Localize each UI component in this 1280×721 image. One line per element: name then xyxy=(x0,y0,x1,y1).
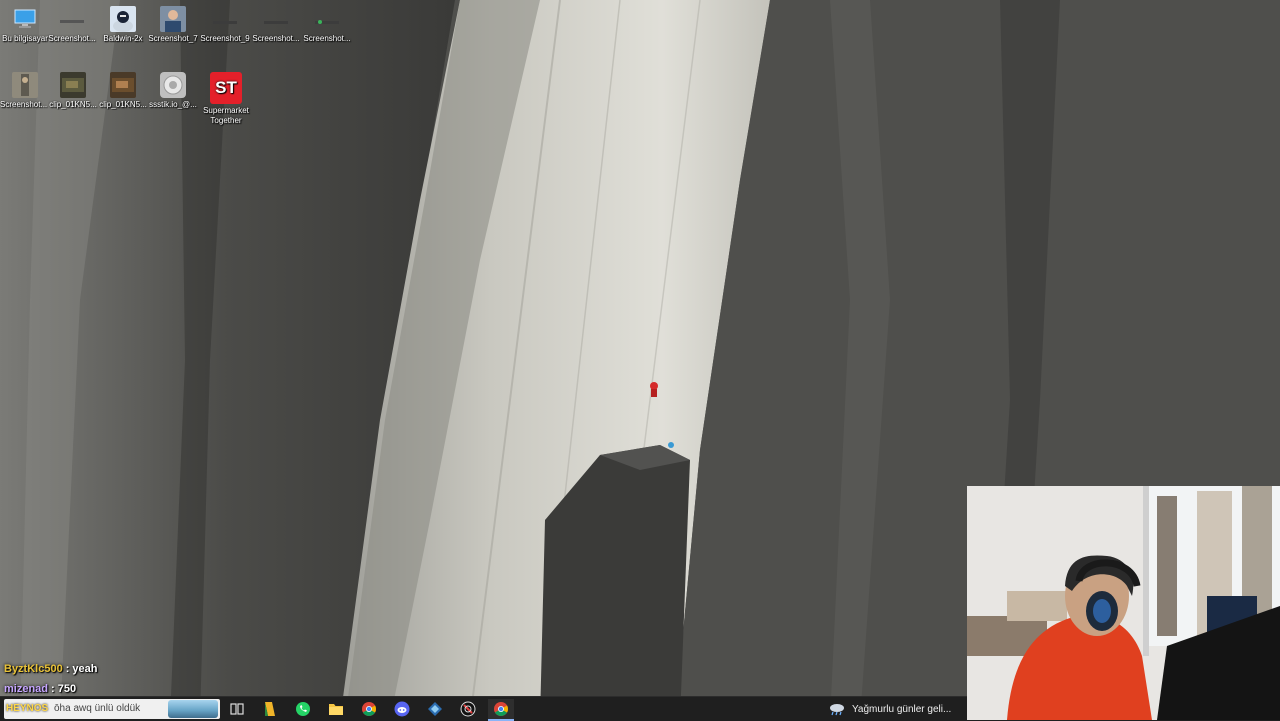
desktop-icon-screenshot-1[interactable]: Screenshot... xyxy=(47,6,97,44)
search-input-text[interactable]: ōha awq ünlü oldük xyxy=(54,703,140,714)
blue-app-icon xyxy=(428,702,442,716)
taskbar-app-discord[interactable] xyxy=(389,699,415,719)
task-view-icon xyxy=(230,703,244,715)
desktop-icon-ssstik[interactable]: ssstik.io_@... xyxy=(148,72,198,110)
yellow-app-icon xyxy=(265,702,275,716)
weather-text: Yağmurlu günler geli... xyxy=(852,703,952,715)
dark-app-icon xyxy=(460,701,476,717)
discord-icon xyxy=(394,701,410,717)
video-file-icon xyxy=(110,72,136,98)
supermarket-together-icon: ST xyxy=(210,72,242,104)
chat-username: ByztKlc500 xyxy=(4,663,63,675)
chrome-icon xyxy=(362,702,376,716)
chat-text: : 750 xyxy=(51,683,77,695)
video-file-icon xyxy=(60,72,86,98)
climber-red xyxy=(650,382,658,390)
taskbar-app-dark[interactable] xyxy=(455,699,481,719)
rain-cloud-icon xyxy=(830,704,844,716)
taskbar-search-box[interactable]: HEYNOS ōha awq ünlü oldük xyxy=(4,699,220,719)
desktop-icon-clip-1[interactable]: clip_01KN5... xyxy=(48,72,98,110)
desktop-icon-screenshot-7[interactable]: Screenshot_7 xyxy=(148,6,198,44)
video-file-icon xyxy=(160,72,186,98)
chrome-icon xyxy=(494,702,508,716)
chat-username: mizenad xyxy=(4,683,49,695)
image-file-icon xyxy=(59,6,85,32)
image-file-icon xyxy=(160,6,186,32)
image-file-icon xyxy=(110,6,136,32)
computer-icon xyxy=(12,6,38,32)
desktop-icon-screenshot-2[interactable]: Screenshot... xyxy=(251,6,301,44)
task-view-button[interactable] xyxy=(224,699,250,719)
chat-message: ByztKlc500: yeah xyxy=(4,663,98,675)
whatsapp-icon xyxy=(296,702,310,716)
image-file-icon xyxy=(314,6,340,32)
taskbar-app-whatsapp[interactable] xyxy=(290,699,316,719)
search-highlight-image xyxy=(168,700,218,718)
desktop-icon-screenshot-3[interactable]: Screenshot... xyxy=(302,6,352,44)
desktop-icon-supermarket-together[interactable]: ST Supermarket Together xyxy=(201,72,251,126)
folder-icon xyxy=(329,704,343,715)
webcam-overlay xyxy=(967,486,1280,720)
desktop-icon-screenshot-4[interactable]: Screenshot... xyxy=(0,72,50,110)
image-file-icon xyxy=(263,6,289,32)
taskbar-app-chrome-active[interactable] xyxy=(488,699,514,721)
taskbar-app-file-explorer[interactable] xyxy=(323,699,349,719)
taskbar-app-chrome[interactable] xyxy=(356,699,382,719)
desktop-icon-computer[interactable]: Bu bilgisayar xyxy=(0,6,50,44)
weather-widget[interactable]: Yağmurlu günler geli... xyxy=(828,701,951,717)
image-file-icon xyxy=(212,6,238,32)
image-file-icon xyxy=(12,72,38,98)
desktop-icon-screenshot-9[interactable]: Screenshot_9 xyxy=(200,6,250,44)
chat-username: HEYNOS xyxy=(6,703,49,714)
taskbar-app-blue[interactable] xyxy=(422,699,448,719)
chat-message: mizenad: 750 xyxy=(4,683,76,695)
taskbar-app-yellow[interactable] xyxy=(257,699,283,719)
climber-blue xyxy=(668,442,674,448)
desktop-icon-clip-2[interactable]: clip_01KN5... xyxy=(98,72,148,110)
desktop-icon-baldwin[interactable]: Baldwin-2x xyxy=(98,6,148,44)
chat-text: : yeah xyxy=(65,663,98,675)
